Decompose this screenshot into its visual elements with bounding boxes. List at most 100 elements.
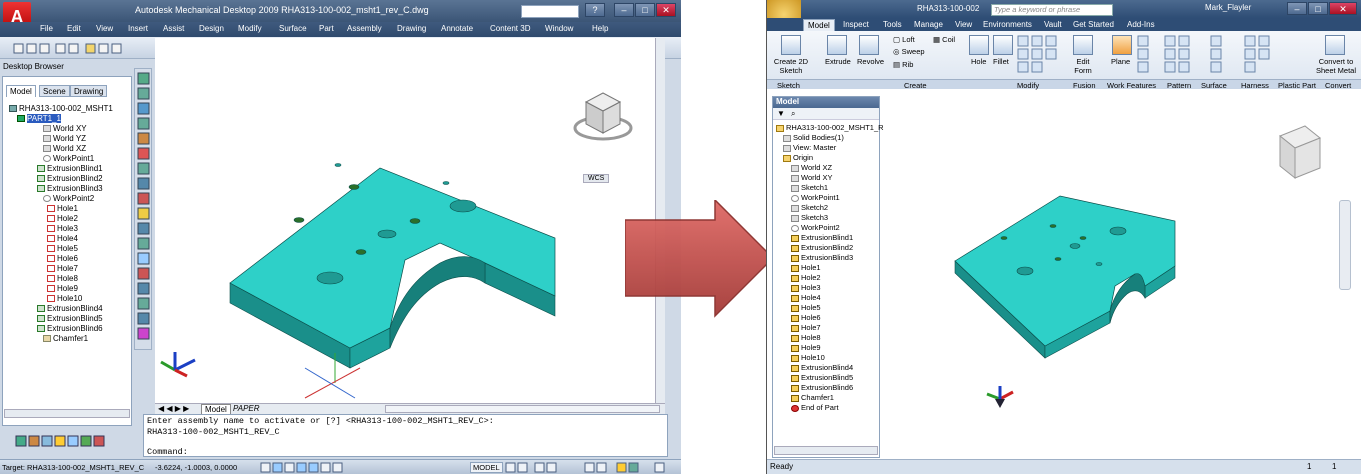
tab-view[interactable]: View [951,19,976,30]
plane-icon[interactable] [1112,35,1132,55]
info-icon[interactable]: ? [585,3,605,17]
filter-icon[interactable]: ▼ [777,109,785,118]
tree-item[interactable]: WorkPoint2 [43,194,94,204]
tree-item[interactable]: Solid Bodies(1) [783,133,844,143]
tree-item[interactable]: RHA313-100-002_MSHT1_R [776,123,884,133]
browser-hscrollbar[interactable] [774,446,878,455]
tree-item[interactable]: WorkPoint1 [791,193,840,203]
menu-help[interactable]: Help [592,24,608,33]
rib-button[interactable]: ▤ Rib [893,60,913,69]
convert-sheet-metal-button[interactable]: Convert to Sheet Metal [1312,57,1360,75]
tree-item[interactable]: Sketch2 [791,203,828,213]
create-sketch-button[interactable]: Create 2D Sketch [773,57,809,75]
close-button[interactable]: ✕ [656,3,676,17]
maximize-button[interactable]: □ [1308,2,1328,15]
menu-window[interactable]: Window [545,24,573,33]
tree-item[interactable]: Chamfer1 [791,393,834,403]
viewport-3d[interactable] [885,96,1361,458]
loft-button[interactable]: ▢ Loft [893,35,915,44]
tab-add-ins[interactable]: Add-Ins [1123,19,1159,30]
tree-item[interactable]: Hole9 [791,343,821,353]
tree-item[interactable]: Hole8 [47,274,78,284]
fillet-icon[interactable] [993,35,1013,55]
viewport-3d[interactable]: WCS [155,38,655,403]
menu-assembly[interactable]: Assembly [347,24,382,33]
sweep-button[interactable]: ◎ Sweep [893,47,925,56]
tree-item[interactable]: Hole10 [47,294,82,304]
tree-item[interactable]: Origin [783,153,813,163]
extrude-icon[interactable] [827,35,847,55]
convert-sheet-metal-icon[interactable] [1325,35,1345,55]
tree-item[interactable]: Hole5 [47,244,78,254]
tree-item[interactable]: View: Master [783,143,836,153]
tab-tools[interactable]: Tools [879,19,906,30]
navigation-bar[interactable] [1339,200,1351,290]
tab-environments[interactable]: Environments [979,19,1036,30]
tab-drawing[interactable]: Drawing [70,85,108,97]
tree-item[interactable]: Hole5 [791,303,821,313]
tree-item[interactable]: Hole6 [47,254,78,264]
tree-item[interactable]: WorkPoint1 [43,154,94,164]
panel-harness[interactable]: Harness [1241,81,1269,90]
tree-item[interactable]: Hole1 [47,204,78,214]
tree-item[interactable]: Sketch3 [791,213,828,223]
tree-item[interactable]: World XY [791,173,833,183]
tree-item[interactable]: World XZ [791,163,832,173]
panel-sketch[interactable]: Sketch [777,81,800,90]
tree-item[interactable]: Hole7 [47,264,78,274]
modify-small-icons[interactable] [1017,35,1067,75]
find-icon[interactable]: ⌕ [791,109,795,119]
tree-item[interactable]: World XY [43,124,87,134]
extrude-button[interactable]: Extrude [825,57,851,66]
revolve-button[interactable]: Revolve [857,57,884,66]
menu-file[interactable]: File [40,24,53,33]
browser-title[interactable]: Model [773,97,879,108]
panel-create[interactable]: Create [904,81,927,90]
tree-item[interactable]: ExtrusionBlind1 [37,164,103,174]
tree-item[interactable]: ExtrusionBlind3 [37,184,103,194]
part-model[interactable] [885,96,1361,458]
edit-form-button[interactable]: Edit Form [1070,57,1096,75]
edit-form-icon[interactable] [1073,35,1093,55]
drafting-toggle-icons[interactable] [260,462,370,473]
browser-hscrollbar[interactable] [4,409,130,418]
coil-button[interactable]: ▦ Coil [933,35,955,44]
menu-insert[interactable]: Insert [128,24,148,33]
hole-button[interactable]: Hole [971,57,986,66]
tree-item[interactable]: Hole8 [791,333,821,343]
search-box[interactable] [521,5,579,18]
tree-item[interactable]: ExtrusionBlind6 [791,383,853,393]
menu-surface[interactable]: Surface [279,24,307,33]
menu-edit[interactable]: Edit [67,24,81,33]
panel-modify[interactable]: Modify [1017,81,1039,90]
tree-item[interactable]: ExtrusionBlind6 [37,324,103,334]
browser-tools-icons[interactable] [15,434,125,448]
menu-view[interactable]: View [96,24,113,33]
tree-item[interactable]: Hole1 [791,263,821,273]
tree-item[interactable]: Chamfer1 [43,334,88,344]
status-tray-icons[interactable] [505,462,675,473]
tree-item[interactable]: Hole3 [791,283,821,293]
part-model[interactable] [155,38,655,403]
tree-item[interactable]: ExtrusionBlind4 [791,363,853,373]
menu-content-3d[interactable]: Content 3D [490,24,530,33]
tree-item[interactable]: Hole2 [791,273,821,283]
tree-item[interactable]: PART1_1 [17,114,61,124]
command-line[interactable]: Enter assembly name to activate or [?] <… [143,414,668,457]
tree-item[interactable]: Hole3 [47,224,78,234]
browser-bottom-toolbar[interactable] [15,434,125,448]
wcs-dropdown[interactable]: WCS [583,174,610,183]
tree-item[interactable]: ExtrusionBlind3 [791,253,853,263]
menu-part[interactable]: Part [319,24,334,33]
tree-item[interactable]: ExtrusionBlind5 [37,314,103,324]
viewcube[interactable] [573,92,633,141]
panel-convert[interactable]: Convert [1325,81,1351,90]
tree-item[interactable]: ExtrusionBlind2 [791,243,853,253]
fillet-button[interactable]: Fillet [993,57,1009,66]
status-model-toggle[interactable]: MODEL [470,462,503,473]
tab-manage[interactable]: Manage [910,19,947,30]
search-input[interactable]: Type a keyword or phrase [991,4,1113,16]
tab-model[interactable]: Model [803,19,835,31]
panel-work-features[interactable]: Work Features [1107,81,1156,90]
panel-surface[interactable]: Surface [1201,81,1227,90]
